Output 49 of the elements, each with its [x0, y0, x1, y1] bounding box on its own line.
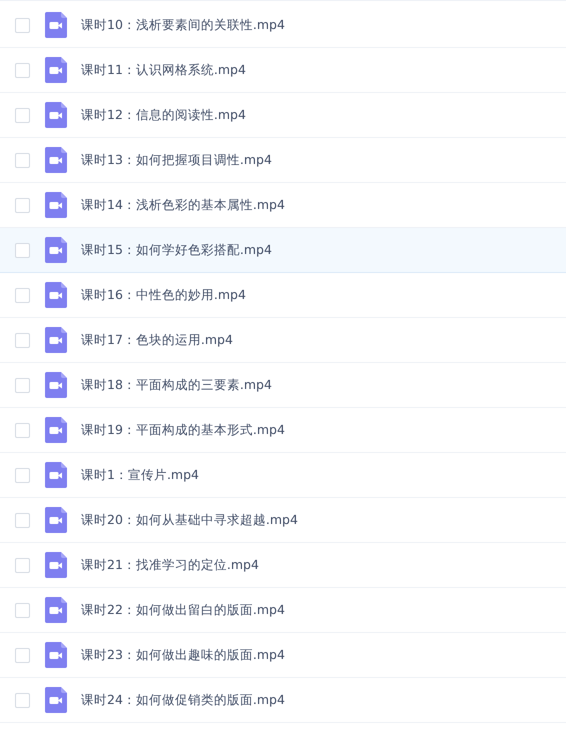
checkbox[interactable] [15, 602, 30, 618]
video-file-icon [45, 147, 67, 173]
video-file-icon [45, 102, 67, 128]
video-file-icon [45, 552, 67, 578]
checkbox[interactable] [15, 152, 30, 168]
file-name: 课时17：色块的运用.mp4 [81, 332, 233, 348]
video-file-icon [45, 462, 67, 488]
file-name: 课时22：如何做出留白的版面.mp4 [81, 602, 285, 618]
video-file-icon [45, 192, 67, 218]
file-name: 课时23：如何做出趣味的版面.mp4 [81, 646, 285, 664]
checkbox[interactable] [15, 288, 30, 302]
video-file-icon [45, 372, 67, 398]
file-name: 课时15：如何学好色彩搭配.mp4 [81, 242, 272, 258]
video-file-icon [45, 687, 67, 713]
checkbox[interactable] [15, 62, 30, 78]
checkbox[interactable] [15, 332, 30, 348]
video-file-icon [45, 642, 67, 668]
video-file-icon [45, 12, 67, 38]
checkbox[interactable] [15, 18, 30, 32]
checkbox[interactable] [15, 198, 30, 212]
file-name: 课时20：如何从基础中寻求超越.mp4 [81, 512, 298, 528]
checkbox[interactable] [15, 242, 30, 258]
video-file-icon [45, 327, 67, 353]
checkbox[interactable] [15, 692, 30, 708]
checkbox[interactable] [15, 648, 30, 662]
checkbox[interactable] [15, 468, 30, 482]
video-file-icon [45, 57, 67, 83]
file-name: 课时24：如何做促销类的版面.mp4 [81, 692, 285, 708]
file-name: 课时21：找准学习的定位.mp4 [81, 556, 259, 574]
file-name: 课时14：浅析色彩的基本属性.mp4 [81, 196, 285, 214]
file-name: 课时10：浅析要素间的关联性.mp4 [81, 16, 285, 34]
checkbox[interactable] [15, 512, 30, 528]
file-name: 课时16：中性色的妙用.mp4 [81, 286, 246, 304]
file-name: 课时12：信息的阅读性.mp4 [81, 106, 246, 124]
checkbox[interactable] [15, 108, 30, 122]
file-name: 课时13：如何把握项目调性.mp4 [81, 152, 272, 168]
file-row[interactable]: 课时15：如何学好色彩搭配.mp4 [0, 228, 566, 273]
file-name: 课时19：平面构成的基本形式.mp4 [81, 422, 285, 438]
video-file-icon [45, 237, 67, 263]
video-file-icon [45, 417, 67, 443]
video-file-icon [45, 282, 67, 308]
video-file-icon [45, 597, 67, 623]
file-name: 课时1：宣传片.mp4 [81, 466, 199, 484]
checkbox[interactable] [15, 378, 30, 392]
video-file-icon [45, 507, 67, 533]
checkbox[interactable] [15, 422, 30, 438]
checkbox[interactable] [15, 558, 30, 572]
file-name: 课时18：平面构成的三要素.mp4 [81, 376, 272, 394]
file-name: 课时11：认识网格系统.mp4 [81, 62, 246, 78]
